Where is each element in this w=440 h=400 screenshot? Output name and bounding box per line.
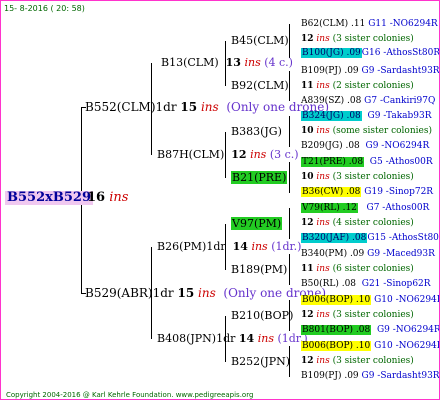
root-generation: 16 ins: [87, 190, 129, 205]
great-grandparent[interactable]: B252(JPN): [231, 355, 290, 369]
great-grandparent[interactable]: V97(PM): [231, 217, 283, 231]
sister-colonies: 12 ins (4 sister colonies): [301, 218, 414, 228]
ancestor-entry[interactable]: B006(BOP) .10 G10 -NO6294R: [301, 293, 439, 307]
ancestor-entry[interactable]: B801(BOP) .08 G9 -NO6294R: [301, 323, 439, 337]
sister-colonies: 12 ins (3 sister colonies): [301, 34, 414, 44]
ancestor-entry[interactable]: V79(RL) .12 G7 -Athos00R: [301, 201, 429, 215]
ancestor-entry[interactable]: B006(BOP) .10 G10 -NO6294R: [301, 339, 439, 353]
great-grandparent[interactable]: B383(JG): [231, 125, 282, 139]
parent-drone[interactable]: B529(ABR)1dr 15 ins (Only one drone): [85, 286, 326, 300]
grandparent[interactable]: B26(PM)1dr 14 ins (1dr.): [157, 240, 301, 254]
connector-line: [289, 254, 290, 285]
connector-line: [289, 24, 290, 58]
ancestor-entry[interactable]: A839(SZ) .08 G7 -Cankiri97Q: [301, 94, 435, 108]
sister-colonies: 10 ins (some sister colonies): [301, 126, 432, 136]
ancestor-entry[interactable]: B100(JG) .09G16 -AthosSt80R: [301, 46, 439, 60]
parent-queen[interactable]: B552(CLM)1dr 15 ins (Only one drone): [85, 100, 329, 114]
ancestor-entry[interactable]: B50(RL) .08 G21 -Sinop62R: [301, 277, 431, 291]
connector-line: [289, 208, 290, 239]
ancestor-entry[interactable]: B62(CLM) .11 G11 -NO6294R: [301, 17, 438, 31]
sister-colonies: 11 ins (6 sister colonies): [301, 264, 414, 274]
ancestor-entry[interactable]: B320(JAF) .08G15 -AthosSt80R: [301, 231, 439, 245]
great-grandparent[interactable]: B189(PM): [231, 263, 287, 277]
great-grandparent[interactable]: B210(BOP): [231, 309, 293, 323]
great-grandparent[interactable]: B21(PRE): [231, 171, 288, 185]
sister-colonies: 12 ins (3 sister colonies): [301, 310, 414, 320]
sister-colonies: 12 ins (3 sister colonies): [301, 356, 414, 366]
sister-colonies: 11 ins (2 sister colonies): [301, 81, 414, 91]
grandparent[interactable]: B408(JPN)1dr 14 ins (1dr.): [157, 332, 308, 346]
great-grandparent[interactable]: B92(CLM): [231, 79, 289, 93]
ancestor-entry[interactable]: B340(PM) .09 G9 -Maced93R: [301, 247, 435, 261]
connector-line: [289, 116, 290, 147]
ancestor-entry[interactable]: B209(JG) .08 G9 -NO6294R: [301, 139, 429, 153]
root-pair[interactable]: B552xB529: [5, 191, 93, 205]
sister-colonies: 10 ins (3 sister colonies): [301, 172, 414, 182]
ancestor-entry[interactable]: T21(PRE) .08 G5 -Athos00R: [301, 155, 433, 169]
great-grandparent[interactable]: B45(CLM): [231, 34, 289, 48]
ancestor-entry[interactable]: B109(PJ) .09 G9 -Sardasht93R: [301, 64, 439, 78]
connector-line: [289, 71, 290, 101]
copyright-footer[interactable]: Copyright 2004-2016 @ Karl Kehrle Founda…: [6, 388, 253, 399]
pedigree-frame: 15- 8-2016 ( 20: 58) B552xB529 16 ins B5…: [0, 0, 440, 400]
ancestor-entry[interactable]: B36(CW) .08 G19 -Sinop72R: [301, 185, 433, 199]
date-stamp: 15- 8-2016 ( 20: 58): [4, 4, 85, 13]
ancestor-entry[interactable]: B109(PJ) .09 G9 -Sardasht93R: [301, 369, 439, 383]
ancestor-entry[interactable]: B324(JG) .08 G9 -Takab93R: [301, 109, 432, 123]
grandparent[interactable]: B87H(CLM) 12 ins (3 c.): [157, 148, 299, 162]
connector-line: [289, 162, 290, 193]
grandparent[interactable]: B13(CLM) 13 ins (4 c.): [161, 56, 293, 70]
